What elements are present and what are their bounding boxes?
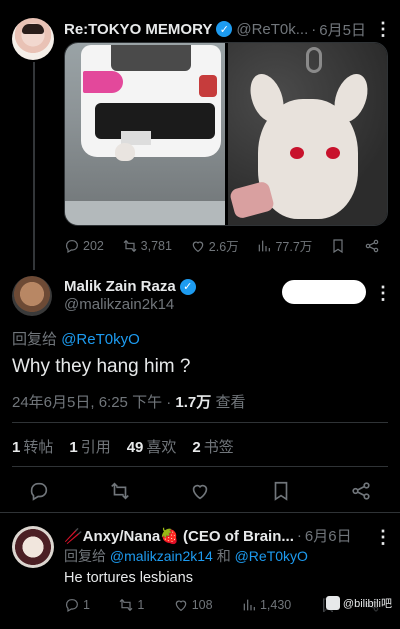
- share-icon[interactable]: [350, 480, 372, 502]
- view-count: 77.7万: [275, 240, 313, 254]
- avatar[interactable]: [12, 526, 54, 568]
- reply-to-link[interactable]: @ReT0kyO: [61, 331, 140, 348]
- stat-bookmarks[interactable]: 2 书签: [192, 436, 233, 457]
- like-count: 2.6万: [208, 240, 239, 254]
- media-grid[interactable]: [64, 42, 388, 226]
- car-shape: [81, 45, 221, 157]
- watermark-text: @bilibili吧: [342, 598, 392, 610]
- share-button[interactable]: [364, 238, 380, 254]
- display-name[interactable]: 🥢Anxy/Nana🍓 (CEO of Brain...: [64, 527, 294, 545]
- more-options-icon[interactable]: ⋮: [374, 284, 392, 302]
- retweet-button[interactable]: 1: [118, 597, 144, 613]
- display-name[interactable]: Re:TOKYO MEMORY: [64, 21, 212, 38]
- heart-icon: [175, 600, 186, 612]
- separator-dot: ·: [296, 527, 302, 544]
- more-options-icon[interactable]: ⋮: [374, 20, 392, 38]
- tweet-header: Re:TOKYO MEMORY ✓ @ReT0k... · 6月5日: [64, 18, 390, 40]
- reply-icon[interactable]: [28, 480, 50, 502]
- bookmark-button[interactable]: [330, 238, 346, 254]
- retweet-count: 1: [137, 598, 145, 612]
- tweet-timestamp[interactable]: 24年6月5日, 6:25 下午: [12, 394, 162, 411]
- quoted-parent-tweet[interactable]: Re:TOKYO MEMORY ✓ @ReT0k... · 6月5日 ⋮ 202…: [0, 0, 400, 268]
- verified-badge-icon: ✓: [216, 21, 233, 37]
- avatar[interactable]: [12, 276, 52, 316]
- divider: [12, 422, 388, 423]
- handle[interactable]: @malikzain2k14: [64, 296, 174, 313]
- reply-button[interactable]: 202: [64, 238, 104, 254]
- reply-icon: [66, 599, 78, 613]
- tweet-text: He tortures lesbians: [64, 570, 193, 586]
- replying-to: 回复给 @malikzain2k14 和 @ReT0kyO: [64, 546, 308, 566]
- display-name[interactable]: Malik Zain Raza: [64, 278, 176, 295]
- more-options-icon[interactable]: ⋮: [374, 528, 392, 546]
- reply-prefix: 回复给: [12, 331, 58, 348]
- watermark: @bilibili吧: [323, 595, 394, 611]
- views-icon: [243, 599, 255, 611]
- divider: [0, 512, 400, 513]
- tweet-date[interactable]: 6月5日: [319, 19, 366, 40]
- stat-reposts[interactable]: 1 转帖: [12, 436, 53, 457]
- reply-icon: [66, 239, 78, 253]
- hanging-plush-shape: [115, 143, 135, 161]
- share-icon: [365, 239, 379, 252]
- views-button[interactable]: 77.7万: [256, 236, 312, 255]
- tweet-date[interactable]: 6月6日: [305, 525, 352, 546]
- like-count: 108: [191, 598, 213, 612]
- bookmark-icon: [333, 238, 343, 253]
- reply-and: 和: [216, 548, 231, 564]
- like-button[interactable]: 108: [173, 597, 213, 613]
- views-icon: [259, 240, 271, 251]
- stat-quotes[interactable]: 1 引用: [69, 436, 110, 457]
- retweet-icon: [119, 598, 133, 612]
- tweet-actions: [28, 480, 372, 502]
- replying-to: 回复给 @ReT0kyO: [12, 328, 140, 349]
- media-image-plush[interactable]: [227, 43, 387, 225]
- bilibili-logo-icon: [325, 596, 340, 610]
- reply-prefix: 回复给: [64, 548, 106, 564]
- bookmark-icon[interactable]: [270, 480, 292, 502]
- tweet-header: 🥢Anxy/Nana🍓 (CEO of Brain... · 6月6日: [64, 525, 390, 546]
- keyring-shape: [305, 47, 322, 73]
- retweet-icon[interactable]: [109, 480, 131, 502]
- avatar[interactable]: [12, 18, 54, 60]
- heart-icon: [192, 241, 204, 252]
- redacted-follow-button[interactable]: [282, 280, 366, 304]
- reply-count: 202: [83, 238, 104, 253]
- reply-button[interactable]: 1: [64, 597, 90, 613]
- thread-connector-line: [33, 62, 35, 270]
- reply-to-link[interactable]: @malikzain2k14: [110, 548, 213, 564]
- tweet-meta: 24年6月5日, 6:25 下午 · 1.7万 查看: [12, 394, 246, 411]
- view-count: 1,430: [259, 598, 292, 612]
- verified-badge-icon: ✓: [179, 278, 196, 295]
- like-button[interactable]: 2.6万: [190, 236, 239, 255]
- media-image-car[interactable]: [65, 43, 225, 225]
- handle[interactable]: @ReT0k...: [236, 21, 308, 38]
- tweet-header: Malik Zain Raza ✓: [64, 278, 196, 295]
- views-button[interactable]: 1,430: [241, 597, 291, 613]
- reply-count: 1: [83, 598, 90, 612]
- retweet-button[interactable]: 3,781: [122, 238, 172, 254]
- divider: [12, 466, 388, 467]
- stat-likes[interactable]: 49 喜欢: [127, 436, 177, 457]
- view-count: 1.7万: [175, 394, 212, 411]
- tweet-actions: 202 3,781 2.6万 77.7万: [64, 236, 380, 255]
- retweet-count: 3,781: [140, 238, 172, 253]
- reply-to-link[interactable]: @ReT0kyO: [235, 548, 308, 564]
- retweet-icon: [123, 239, 137, 252]
- views-label: 查看: [215, 394, 246, 411]
- tweet-text: Why they hang him ?: [12, 356, 191, 377]
- heart-icon[interactable]: [189, 480, 211, 502]
- engagement-stats: 1 转帖 1 引用 49 喜欢 2 书签: [12, 436, 234, 457]
- separator-dot: ·: [311, 20, 317, 38]
